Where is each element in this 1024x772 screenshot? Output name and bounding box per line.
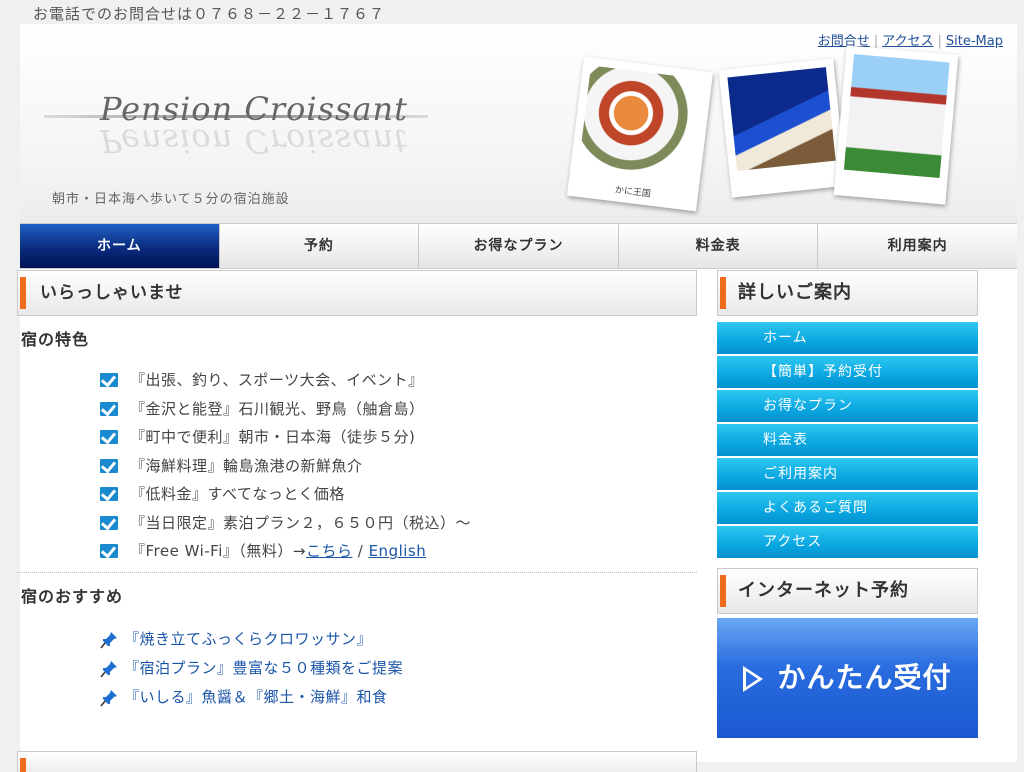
photo-guest-room [718, 58, 847, 198]
sidebar: 詳しいご案内 ホーム 【簡単】予約受付 お得なプラン 料金表 ご利用案内 よくあ… [717, 270, 978, 738]
list-item: 『海鮮料理』輪島漁港の新鮮魚介 [100, 452, 697, 481]
recommend-list: 『焼き立てふっくらクロワッサン』 『宿泊プラン』豊富な５０種類をご提案 『いしる… [100, 625, 697, 712]
play-arrow-icon [743, 666, 764, 692]
nav-home[interactable]: ホーム [20, 224, 220, 268]
site-header: お問合せ | アクセス | Site-Map Pension Croissant Pen… [20, 24, 1017, 223]
heading-accent [20, 277, 26, 309]
pushpin-icon [100, 689, 117, 706]
welcome-heading-box: いらっしゃいませ [17, 270, 697, 316]
sidebar-menu: ホーム 【簡単】予約受付 お得なプラン 料金表 ご利用案内 よくあるご質問 アク… [717, 322, 978, 558]
access-link[interactable]: アクセス [882, 34, 933, 49]
nav-rates[interactable]: 料金表 [618, 224, 819, 268]
features-heading: 宿の特色 [21, 330, 90, 349]
checkmark-icon [100, 458, 118, 473]
guide-heading: 詳しいご案内 [738, 282, 852, 303]
header-links: お問合せ | アクセス | Site-Map [817, 34, 1003, 49]
photo-building-exterior [833, 45, 959, 205]
sidebar-item-rates[interactable]: 料金表 [717, 424, 978, 456]
sidebar-item-access[interactable]: アクセス [717, 526, 978, 558]
recommend-heading: 宿のおすすめ [21, 586, 124, 606]
checkmark-icon [100, 430, 118, 444]
easy-booking-button[interactable]: かんたん受付 [717, 618, 978, 738]
wifi-link-japanese[interactable]: こちら [306, 542, 353, 560]
photo-crab-dinner: かに王国 [566, 56, 714, 212]
booking-heading: インターネット予約 [738, 580, 909, 601]
list-item: 『低料金』すべてなっとく価格 [100, 480, 697, 509]
main-content: いらっしゃいませ 宿の特色 『出張、釣り、スポーツ大会、イベント』 『金沢と能登… [17, 270, 697, 772]
list-item: 『出張、釣り、スポーツ大会、イベント』 [100, 366, 697, 395]
welcome-heading: いらっしゃいませ [40, 283, 184, 303]
sidebar-item-reservation[interactable]: 【簡単】予約受付 [717, 356, 978, 388]
nav-reservation[interactable]: 予約 [219, 224, 420, 268]
pushpin-icon [100, 631, 117, 648]
list-item[interactable]: 『宿泊プラン』豊富な５０種類をご提案 [100, 654, 697, 683]
heading-accent [720, 277, 726, 309]
sidebar-item-plans[interactable]: お得なプラン [717, 390, 978, 422]
checkmark-icon [100, 401, 118, 416]
logo-reflection: Pension Croissant [100, 122, 409, 160]
phone-notice: お電話でのお問合せは０７６８－２２－１７６７ [33, 5, 386, 23]
list-item: 『金沢と能登』石川観光、野鳥（舳倉島） [100, 395, 697, 424]
sidebar-item-home[interactable]: ホーム [717, 322, 978, 354]
pushpin-icon [100, 660, 117, 677]
heading-accent [720, 575, 726, 607]
sidebar-item-guide[interactable]: ご利用案内 [717, 458, 978, 490]
list-item[interactable]: 『焼き立てふっくらクロワッサン』 [100, 625, 697, 654]
site-tagline: 朝市・日本海へ歩いて５分の宿泊施設 [52, 192, 290, 207]
checkmark-icon [100, 515, 118, 530]
sidebar-item-faq[interactable]: よくあるご質問 [717, 492, 978, 524]
nav-guide[interactable]: 利用案内 [818, 224, 1017, 268]
list-item: 『当日限定』素泊プラン２，６５０円（税込）～ [100, 509, 697, 538]
nav-plans[interactable]: お得なプラン [419, 224, 619, 268]
sitemap-link[interactable]: Site-Map [946, 34, 1003, 49]
checkmark-icon [100, 487, 118, 501]
list-item: 『町中で便利』朝市・日本海（徒歩５分) [100, 423, 697, 452]
main-nav: ホーム 予約 お得なプラン 料金表 利用案内 [20, 223, 1017, 269]
checkmark-icon [100, 373, 118, 387]
booking-heading-box: インターネット予約 [717, 568, 978, 614]
checkmark-icon [100, 544, 118, 558]
features-list: 『出張、釣り、スポーツ大会、イベント』 『金沢と能登』石川観光、野鳥（舳倉島） … [100, 366, 697, 566]
list-item[interactable]: 『いしる』魚醤＆『郷土・海鮮』和食 [100, 683, 697, 712]
divider [17, 571, 697, 573]
wifi-link-english[interactable]: English [369, 542, 427, 560]
guide-heading-box: 詳しいご案内 [717, 270, 978, 316]
list-item-wifi: 『Free Wi-Fi』（無料）→こちら / English [100, 537, 697, 566]
